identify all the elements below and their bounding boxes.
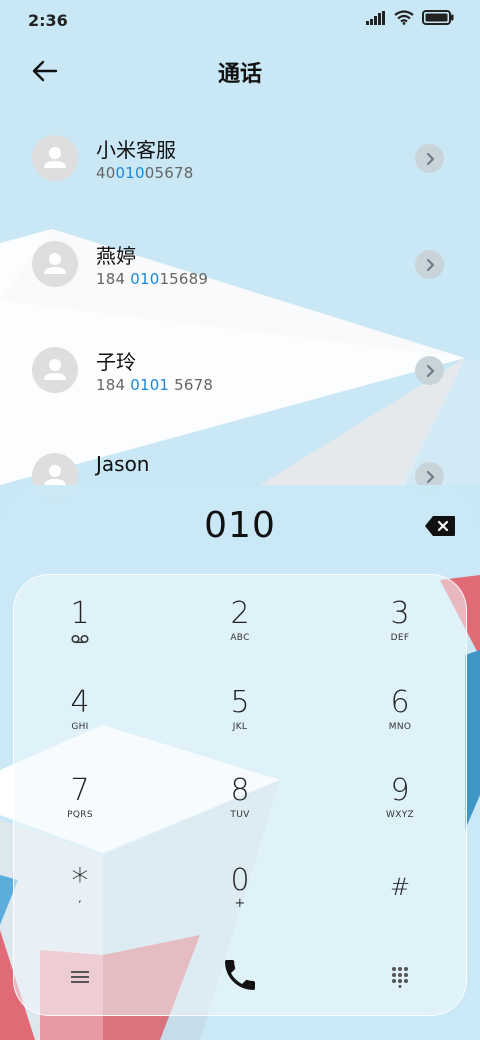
number-part: 05678: [144, 164, 194, 182]
contact-row[interactable]: 小米客服 4001005678: [0, 105, 480, 211]
key-1[interactable]: 1: [20, 597, 140, 677]
call-button[interactable]: [180, 945, 300, 1005]
phone-icon: [225, 960, 255, 990]
key-letters: ABC: [230, 633, 250, 643]
wifi-icon: [394, 10, 414, 25]
key-letters: GHI: [71, 722, 89, 732]
key-letters: WXYZ: [386, 810, 414, 820]
chevron-right-icon: [426, 364, 434, 377]
contact-detail-button[interactable]: [415, 356, 444, 385]
number-part: 184: [96, 376, 131, 394]
person-icon: [44, 359, 66, 380]
key-digit: 8: [230, 773, 250, 808]
person-icon: [44, 147, 66, 168]
key-digit: 3: [390, 596, 410, 631]
contact-detail-button[interactable]: [415, 250, 444, 279]
key-digit: 4: [70, 685, 90, 720]
key-8[interactable]: 8 TUV: [180, 774, 300, 854]
chevron-right-icon: [426, 258, 434, 271]
key-9[interactable]: 9 WXYZ: [340, 774, 460, 854]
number-part: 5678: [169, 376, 214, 394]
key-4[interactable]: 4 GHI: [20, 686, 140, 766]
contact-name: 小米客服: [96, 138, 176, 162]
key-3[interactable]: 3 DEF: [340, 597, 460, 677]
keypad: 1 2 ABC 3 DEF 4 GHI 5 JKL 6 MNO 7 PQRS 8…: [13, 574, 467, 1016]
key-digit: #: [389, 873, 411, 901]
status-bar: 2:36: [0, 0, 480, 42]
signal-icon: [366, 10, 385, 25]
key-5[interactable]: 5 JKL: [180, 686, 300, 766]
key-star[interactable]: * ,: [20, 864, 140, 944]
key-digit: 0: [230, 863, 250, 898]
number-match: 010: [115, 164, 145, 182]
contact-name: Jason: [96, 452, 150, 476]
chevron-right-icon: [426, 152, 434, 165]
status-time: 2:36: [28, 11, 68, 30]
number-part: 184: [96, 270, 131, 288]
keypad-grid-icon: [392, 967, 408, 988]
contact-number: 184 01015689: [96, 270, 208, 288]
number-match: 010: [130, 270, 160, 288]
key-letters: PQRS: [67, 810, 93, 820]
key-digit: 5: [230, 685, 250, 720]
key-letters: TUV: [230, 810, 250, 820]
dialer-panel: 010 1 2 ABC 3 DEF 4 GHI 5 JKL 6 MNO 7 PQ…: [0, 485, 480, 1040]
contact-row[interactable]: 子玲 184 0101 5678: [0, 317, 480, 423]
contact-row[interactable]: 燕婷 184 01015689: [0, 211, 480, 317]
key-digit: 1: [70, 596, 90, 631]
avatar: [32, 135, 78, 181]
key-letters: MNO: [388, 722, 412, 732]
contact-name: 子玲: [96, 350, 136, 374]
key-digit: 6: [390, 685, 410, 720]
person-icon: [44, 253, 66, 274]
key-7[interactable]: 7 PQRS: [20, 774, 140, 854]
number-part: 40: [96, 164, 116, 182]
backspace-icon: [425, 516, 455, 536]
contact-list: 小米客服 4001005678 燕婷 184 01015689 子玲 184 0…: [0, 105, 480, 529]
contact-detail-button[interactable]: [415, 144, 444, 173]
header: 通话: [0, 46, 480, 96]
key-2[interactable]: 2 ABC: [180, 597, 300, 677]
key-letters: JKL: [232, 722, 248, 732]
contact-name: 燕婷: [96, 244, 136, 268]
chevron-right-icon: [426, 470, 434, 483]
menu-icon: [71, 971, 89, 983]
key-letters: +: [234, 896, 246, 911]
number-part: 15689: [159, 270, 209, 288]
key-digit: 2: [230, 596, 250, 631]
key-hash[interactable]: #: [340, 864, 460, 944]
key-digit: 9: [390, 773, 410, 808]
avatar: [32, 241, 78, 287]
key-digit: 7: [70, 773, 90, 808]
page-title: 通话: [217, 62, 262, 87]
status-icons: [366, 10, 454, 25]
menu-button[interactable]: [20, 953, 140, 1001]
keypad-toggle-button[interactable]: [340, 953, 460, 1001]
backspace-button[interactable]: [424, 515, 456, 537]
key-letters: DEF: [390, 633, 410, 643]
voicemail-icon: [71, 634, 89, 644]
number-match: 0101: [130, 376, 170, 394]
battery-icon: [422, 10, 454, 25]
key-letters: ,: [78, 892, 82, 905]
contact-number: 184 0101 5678: [96, 376, 213, 394]
dial-input[interactable]: 010: [0, 505, 480, 546]
key-0[interactable]: 0 +: [180, 864, 300, 944]
key-6[interactable]: 6 MNO: [340, 686, 460, 766]
avatar: [32, 347, 78, 393]
contact-number: 4001005678: [96, 164, 193, 182]
